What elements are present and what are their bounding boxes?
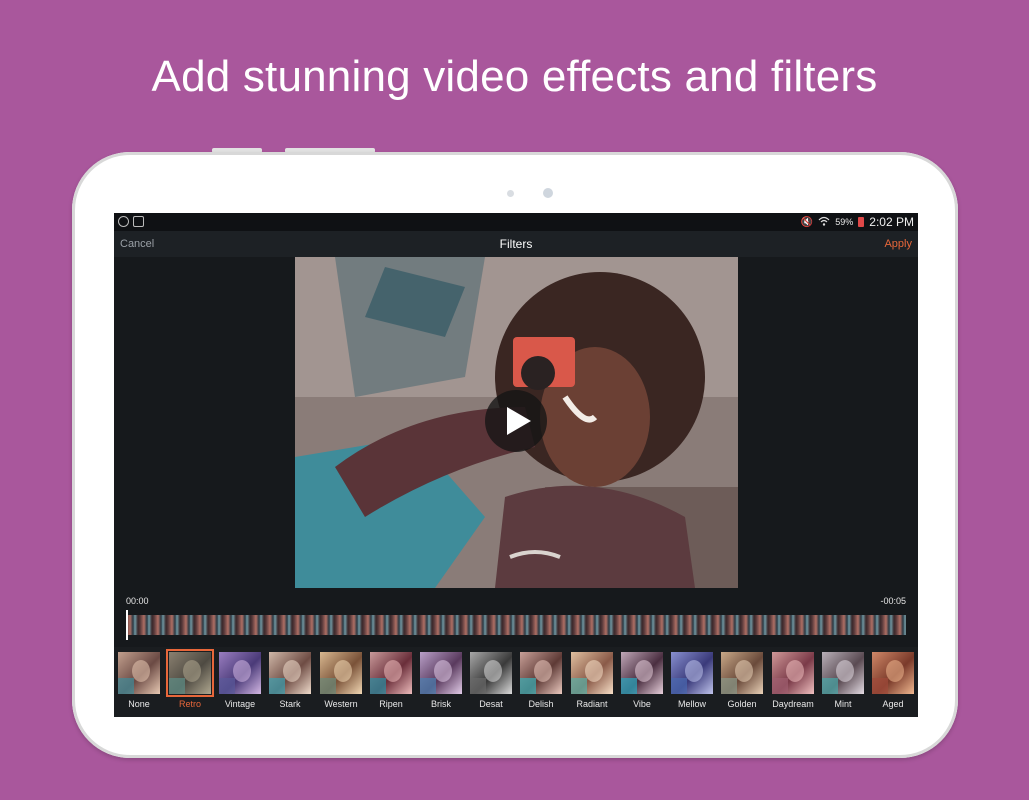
mute-icon: 🔇	[800, 216, 814, 228]
do-not-disturb-icon	[118, 216, 129, 227]
title-bar: Cancel Filters Apply	[114, 231, 918, 257]
filter-label: Radiant	[576, 699, 608, 709]
filter-thumbnail	[118, 652, 160, 694]
filter-label: Mint	[834, 699, 852, 709]
video-preview[interactable]	[295, 257, 738, 588]
timeline-scrubber[interactable]	[126, 615, 906, 635]
filter-strip: None Retro Vintage Stark Western Ripen B…	[114, 647, 918, 717]
filter-label: Brisk	[431, 699, 451, 709]
status-time: 2:02 PM	[869, 215, 914, 229]
filter-item-stark[interactable]: Stark	[266, 652, 314, 709]
play-button[interactable]	[485, 390, 547, 452]
filter-label: Vibe	[633, 699, 651, 709]
filter-item-mellow[interactable]: Mellow	[668, 652, 716, 709]
filter-thumbnail	[671, 652, 713, 694]
filter-thumbnail	[721, 652, 763, 694]
filter-thumbnail	[166, 649, 214, 697]
filter-thumbnail	[520, 652, 562, 694]
filter-label: Retro	[178, 699, 201, 709]
tablet-sensor	[507, 190, 514, 197]
app-screen: 🔇 59% 2:02 PM Cancel Filters Apply 00:00…	[114, 213, 918, 717]
filter-item-vintage[interactable]: Vintage	[216, 652, 264, 709]
filter-item-aged[interactable]: Aged	[869, 652, 917, 709]
filter-thumbnail	[772, 652, 814, 694]
filter-label: None	[128, 699, 150, 709]
filter-label: Vintage	[224, 699, 256, 709]
filter-label: Mellow	[677, 699, 706, 709]
filter-thumbnail	[621, 652, 663, 694]
filter-item-daydream[interactable]: Daydream	[769, 652, 817, 709]
status-bar: 🔇 59% 2:02 PM	[114, 213, 918, 231]
filter-item-brisk[interactable]: Brisk	[417, 652, 465, 709]
filter-thumbnail	[370, 652, 412, 694]
filter-thumbnail	[822, 652, 864, 694]
filter-item-delish[interactable]: Delish	[517, 652, 565, 709]
filter-thumbnail	[470, 652, 512, 694]
filter-item-western[interactable]: Western	[317, 652, 365, 709]
filter-thumbnail	[219, 652, 261, 694]
filter-thumbnail	[872, 652, 914, 694]
filter-label: Daydream	[772, 699, 814, 709]
filter-label: Stark	[279, 699, 301, 709]
filter-thumbnail	[571, 652, 613, 694]
headline: Add stunning video effects and filters	[151, 52, 878, 101]
filter-item-retro[interactable]: Retro	[166, 649, 214, 709]
filter-label: Aged	[882, 699, 904, 709]
video-area	[114, 257, 918, 589]
apply-button[interactable]: Apply	[884, 238, 912, 250]
battery-icon	[858, 217, 865, 227]
filter-label: Ripen	[379, 699, 403, 709]
battery-percent: 59%	[835, 217, 854, 227]
filter-item-vibe[interactable]: Vibe	[618, 652, 666, 709]
current-time: 00:00	[126, 596, 149, 606]
tablet-camera	[543, 188, 553, 198]
page-title: Filters	[499, 237, 533, 251]
filter-item-desat[interactable]: Desat	[467, 652, 515, 709]
wifi-icon	[818, 216, 830, 229]
filter-item-golden[interactable]: Golden	[718, 652, 766, 709]
filter-label: Western	[324, 699, 358, 709]
filter-thumbnail	[269, 652, 311, 694]
notification-icon	[133, 216, 144, 227]
filter-item-mint[interactable]: Mint	[819, 652, 867, 709]
filter-thumbnail	[320, 652, 362, 694]
remaining-time: -00:05	[880, 596, 906, 606]
filter-item-radiant[interactable]: Radiant	[568, 652, 616, 709]
filter-item-ripen[interactable]: Ripen	[367, 652, 415, 709]
filter-label: Desat	[479, 699, 503, 709]
filter-item-none[interactable]: None	[115, 652, 163, 709]
playhead-handle[interactable]	[126, 610, 128, 640]
filter-thumbnail	[420, 652, 462, 694]
filter-label: Delish	[528, 699, 554, 709]
play-icon	[507, 407, 531, 435]
filter-label: Golden	[727, 699, 757, 709]
